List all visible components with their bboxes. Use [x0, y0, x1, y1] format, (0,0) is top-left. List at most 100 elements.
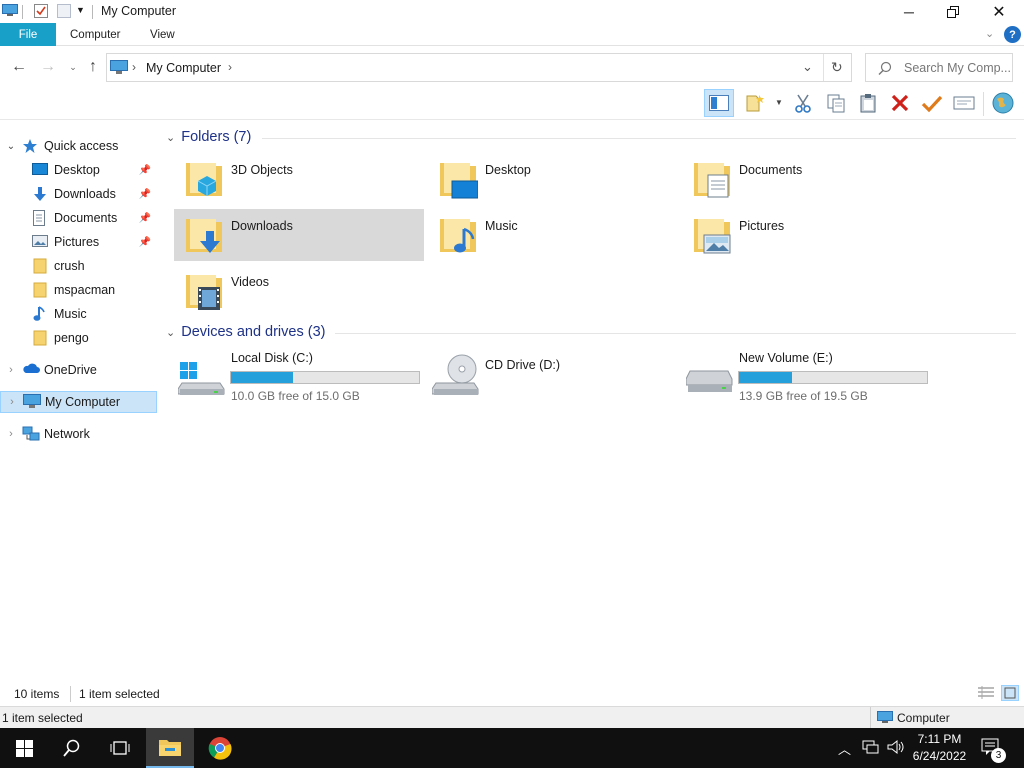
downloads-folder-icon: [186, 219, 222, 253]
drive-label: CD Drive (D:): [485, 358, 560, 372]
expand-chevron-icon[interactable]: ⌄: [0, 141, 22, 152]
help-icon[interactable]: ?: [1004, 26, 1021, 43]
folder-tile-3d-objects[interactable]: 3D Objects: [174, 153, 424, 205]
folder-tile-documents[interactable]: Documents: [682, 153, 932, 205]
refresh-icon[interactable]: ↻: [831, 59, 843, 76]
separator: [22, 5, 23, 19]
task-view-icon: [110, 741, 130, 755]
properties-icon[interactable]: [950, 90, 978, 116]
nav-my-computer[interactable]: › My Computer: [0, 391, 157, 413]
folders-group-header[interactable]: ⌄ Folders (7): [166, 129, 251, 145]
volume-icon[interactable]: [886, 739, 904, 758]
nav-item-music[interactable]: Music: [0, 303, 157, 325]
collapse-chevron-icon[interactable]: ⌄: [166, 131, 175, 144]
folder-tile-downloads[interactable]: Downloads: [174, 209, 424, 261]
task-view-button[interactable]: [96, 728, 144, 768]
separator: [92, 5, 93, 19]
cloud-icon: [22, 362, 40, 378]
network-status-icon[interactable]: [862, 739, 880, 758]
nav-quick-access[interactable]: ⌄ Quick access: [0, 135, 157, 157]
nav-item-downloads[interactable]: Downloads 📌: [0, 183, 157, 205]
new-item-dropdown-icon[interactable]: ▼: [775, 98, 783, 107]
details-view-icon[interactable]: [978, 686, 994, 703]
pin-icon: 📌: [138, 236, 151, 248]
nav-item-mspacman[interactable]: mspacman: [0, 279, 157, 301]
back-button[interactable]: ←: [8, 55, 30, 79]
divider: [335, 333, 1016, 334]
nav-label: mspacman: [54, 283, 116, 297]
ribbon-tabs: File Computer View ⌄ ?: [0, 23, 1024, 46]
separator: [983, 92, 984, 116]
chrome-taskbar-button[interactable]: [196, 728, 244, 768]
nav-onedrive[interactable]: › OneDrive: [0, 359, 157, 381]
preview-pane-button[interactable]: [704, 89, 734, 117]
clock-date[interactable]: 6/24/2022: [911, 749, 968, 763]
expand-chevron-icon[interactable]: ›: [1, 396, 23, 408]
folder-tile-desktop[interactable]: Desktop: [428, 153, 678, 205]
nav-label: Quick access: [44, 139, 119, 153]
nav-item-crush[interactable]: crush: [0, 255, 157, 277]
nav-item-pengo[interactable]: pengo: [0, 327, 157, 349]
large-icons-view-icon[interactable]: [1001, 685, 1019, 701]
nav-network[interactable]: › Network: [0, 423, 157, 445]
drive-tile-new-volume-e[interactable]: New Volume (E:) 13.9 GB free of 19.5 GB: [682, 347, 936, 403]
drive-tile-cd-drive-d[interactable]: CD Drive (D:): [428, 347, 682, 403]
drives-group-header[interactable]: ⌄ Devices and drives (3): [166, 324, 325, 340]
address-bar[interactable]: › My Computer › ⌄ ↻: [106, 53, 852, 82]
delete-icon[interactable]: [886, 90, 914, 116]
globe-icon[interactable]: [989, 90, 1017, 116]
search-box[interactable]: Search My Comp...: [865, 53, 1013, 82]
chrome-icon: [208, 737, 232, 760]
start-button[interactable]: [0, 728, 48, 768]
paste-icon[interactable]: [854, 90, 882, 116]
tab-computer[interactable]: Computer: [70, 23, 121, 46]
minimize-button[interactable]: ─: [886, 0, 932, 23]
folder-tile-pictures[interactable]: Pictures: [682, 209, 932, 261]
expand-ribbon-chevron-icon[interactable]: ⌄: [985, 27, 994, 40]
breadcrumb-chevron-icon[interactable]: ›: [228, 60, 232, 74]
drive-tile-local-disk-c[interactable]: Local Disk (C:) 10.0 GB free of 15.0 GB: [174, 347, 428, 403]
nav-item-pictures[interactable]: Pictures 📌: [0, 231, 157, 253]
nav-label: Music: [54, 307, 87, 321]
expand-chevron-icon[interactable]: ›: [0, 428, 22, 440]
cut-icon[interactable]: [789, 90, 817, 116]
new-folder-icon[interactable]: [57, 4, 71, 18]
properties-icon[interactable]: [34, 4, 48, 18]
customize-qat-chevron-icon[interactable]: ▼: [76, 5, 85, 15]
rename-check-icon[interactable]: [918, 90, 946, 116]
nav-label: Network: [44, 427, 90, 441]
windows-logo-icon: [15, 739, 33, 757]
folder-tile-music[interactable]: Music: [428, 209, 678, 261]
nav-item-documents[interactable]: Documents 📌: [0, 207, 157, 229]
address-dropdown-icon[interactable]: ⌄: [802, 59, 813, 75]
expand-chevron-icon[interactable]: ›: [0, 364, 22, 376]
status-bar: 10 items 1 item selected: [0, 682, 1024, 706]
3d-objects-folder-icon: [186, 163, 222, 196]
download-arrow-icon: [32, 186, 48, 202]
forward-button[interactable]: →: [37, 55, 59, 79]
pin-icon: 📌: [138, 164, 151, 176]
recent-locations-button[interactable]: ⌄: [62, 55, 84, 79]
collapse-chevron-icon[interactable]: ⌄: [166, 326, 175, 339]
folder-label: Pictures: [739, 219, 785, 233]
up-button[interactable]: ↑: [82, 55, 104, 79]
file-explorer-taskbar-button[interactable]: [146, 728, 194, 768]
nav-item-desktop[interactable]: Desktop 📌: [0, 159, 157, 181]
tab-view[interactable]: View: [150, 23, 175, 46]
new-item-icon[interactable]: [742, 90, 770, 116]
clock-time[interactable]: 7:11 PM: [917, 732, 962, 746]
folder-tile-videos[interactable]: Videos: [174, 265, 424, 317]
tab-file[interactable]: File: [0, 23, 56, 46]
videos-folder-icon: [186, 275, 222, 310]
breadcrumb-chevron-icon[interactable]: ›: [132, 60, 136, 74]
search-taskbar-button[interactable]: [48, 728, 96, 768]
pin-icon: 📌: [138, 188, 151, 200]
copy-icon[interactable]: [822, 90, 850, 116]
search-input[interactable]: Search My Comp...: [904, 61, 1011, 75]
show-hidden-icons-chevron-icon[interactable]: ︿: [838, 739, 851, 758]
close-button[interactable]: ✕: [976, 0, 1022, 23]
nav-label: OneDrive: [44, 363, 97, 377]
drive-usage-bar: [738, 371, 928, 384]
maximize-button[interactable]: [930, 0, 976, 23]
breadcrumb[interactable]: My Computer: [146, 61, 221, 75]
